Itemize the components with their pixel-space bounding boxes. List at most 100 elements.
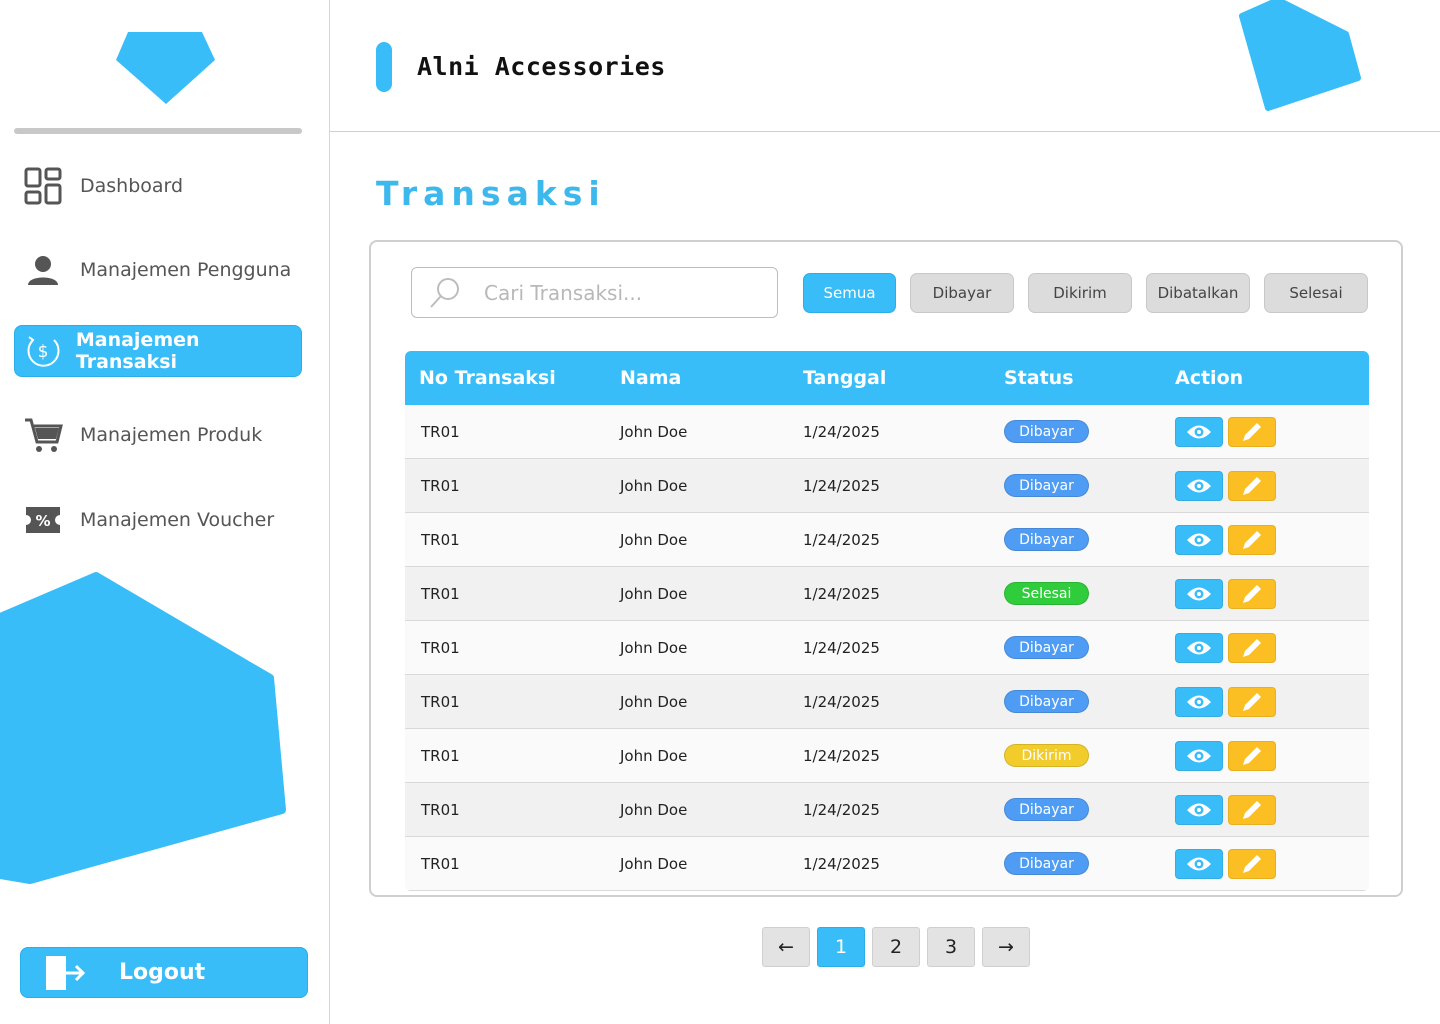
dollar-cycle-icon: $ xyxy=(23,330,64,372)
status-badge: Dibayar xyxy=(1004,636,1089,659)
customer-name-cell: John Doe xyxy=(620,638,688,657)
pagination: ← 1 2 3 → xyxy=(762,927,1030,967)
status-cell: Dibayar xyxy=(990,690,1163,713)
table-row: TR01 John Doe 1/24/2025 Dibayar xyxy=(405,459,1369,513)
page-2-button[interactable]: 2 xyxy=(872,927,920,967)
search-box[interactable] xyxy=(411,267,778,318)
view-button[interactable] xyxy=(1175,470,1223,501)
filter-selesai-button[interactable]: Selesai xyxy=(1264,273,1368,313)
sidebar-item-manajemen-pengguna[interactable]: Manajemen Pengguna xyxy=(14,244,302,296)
status-cell: Dibayar xyxy=(990,528,1163,551)
status-cell: Dibayar xyxy=(990,798,1163,821)
transaction-id-cell: TR01 xyxy=(421,800,460,819)
pencil-icon xyxy=(1243,530,1261,549)
pencil-icon xyxy=(1243,476,1261,495)
status-badge: Selesai xyxy=(1004,582,1089,605)
column-header: Status xyxy=(1004,367,1074,389)
pencil-icon xyxy=(1243,692,1261,711)
sidebar-item-manajemen-produk[interactable]: Manajemen Produk xyxy=(14,409,302,461)
date-cell: 1/24/2025 xyxy=(803,746,880,765)
table-row: TR01 John Doe 1/24/2025 Dibayar xyxy=(405,405,1369,459)
edit-button[interactable] xyxy=(1228,470,1276,501)
transaction-id-cell: TR01 xyxy=(421,854,460,873)
table-row: TR01 John Doe 1/24/2025 Dikirim xyxy=(405,729,1369,783)
transaction-id-cell: TR01 xyxy=(421,530,460,549)
view-button[interactable] xyxy=(1175,686,1223,717)
column-header: No Transaksi xyxy=(419,367,556,389)
status-badge: Dibayar xyxy=(1004,798,1089,821)
sidebar-divider xyxy=(14,128,302,134)
table-row: TR01 John Doe 1/24/2025 Dibayar xyxy=(405,783,1369,837)
action-cell xyxy=(1163,524,1369,555)
edit-button[interactable] xyxy=(1228,416,1276,447)
edit-button[interactable] xyxy=(1228,524,1276,555)
pencil-icon xyxy=(1243,800,1261,819)
search-input[interactable] xyxy=(484,280,754,305)
decorative-pentagon-shape xyxy=(1239,0,1361,111)
sidebar-item-dashboard[interactable]: Dashboard xyxy=(14,160,302,212)
transactions-panel: Semua Dibayar Dikirim Dibatalkan Selesai… xyxy=(369,240,1403,897)
transaction-id-cell: TR01 xyxy=(421,584,460,603)
logout-button[interactable]: Logout xyxy=(20,947,308,998)
eye-icon xyxy=(1187,695,1211,708)
svg-text:%: % xyxy=(35,512,50,530)
dashboard-grid-icon xyxy=(22,165,64,207)
search-icon xyxy=(430,277,459,308)
view-button[interactable] xyxy=(1175,578,1223,609)
transaction-id-cell: TR01 xyxy=(421,476,460,495)
view-button[interactable] xyxy=(1175,524,1223,555)
transactions-table: No Transaksi Nama Tanggal Status Action … xyxy=(405,351,1369,891)
action-cell xyxy=(1163,740,1369,771)
action-cell xyxy=(1163,470,1369,501)
eye-icon xyxy=(1187,479,1211,492)
action-cell xyxy=(1163,416,1369,447)
app-title: Alni Accessories xyxy=(417,52,666,81)
transaction-id-cell: TR01 xyxy=(421,746,460,765)
prev-page-button[interactable]: ← xyxy=(762,927,810,967)
decorative-pentagon-shape xyxy=(0,572,286,884)
edit-button[interactable] xyxy=(1228,632,1276,663)
sidebar-item-label: Manajemen Pengguna xyxy=(80,259,292,281)
view-button[interactable] xyxy=(1175,632,1223,663)
view-button[interactable] xyxy=(1175,416,1223,447)
svg-text:$: $ xyxy=(38,342,49,362)
sidebar-item-manajemen-transaksi[interactable]: $ Manajemen Transaksi xyxy=(14,325,302,377)
status-badge: Dibayar xyxy=(1004,420,1089,443)
action-cell xyxy=(1163,848,1369,879)
logout-icon xyxy=(46,955,86,990)
eye-icon xyxy=(1187,803,1211,816)
eye-icon xyxy=(1187,587,1211,600)
edit-button[interactable] xyxy=(1228,578,1276,609)
table-row: TR01 John Doe 1/24/2025 Dibayar xyxy=(405,837,1369,891)
eye-icon xyxy=(1187,533,1211,546)
view-button[interactable] xyxy=(1175,794,1223,825)
filter-dibatalkan-button[interactable]: Dibatalkan xyxy=(1146,273,1250,313)
column-header: Action xyxy=(1175,367,1244,389)
filter-dikirim-button[interactable]: Dikirim xyxy=(1028,273,1132,313)
action-cell xyxy=(1163,794,1369,825)
filter-semua-button[interactable]: Semua xyxy=(803,273,896,313)
edit-button[interactable] xyxy=(1228,740,1276,771)
action-cell xyxy=(1163,686,1369,717)
sidebar-item-manajemen-voucher[interactable]: % Manajemen Voucher xyxy=(14,494,302,546)
status-badge: Dibayar xyxy=(1004,474,1089,497)
eye-icon xyxy=(1187,857,1211,870)
view-button[interactable] xyxy=(1175,848,1223,879)
page-1-button[interactable]: 1 xyxy=(817,927,865,967)
page-title: Transaksi xyxy=(376,174,606,213)
view-button[interactable] xyxy=(1175,740,1223,771)
customer-name-cell: John Doe xyxy=(620,584,688,603)
sidebar-item-label: Dashboard xyxy=(80,175,184,197)
pencil-icon xyxy=(1243,422,1261,441)
edit-button[interactable] xyxy=(1228,848,1276,879)
next-page-button[interactable]: → xyxy=(982,927,1030,967)
status-cell: Dibayar xyxy=(990,636,1163,659)
page-3-button[interactable]: 3 xyxy=(927,927,975,967)
date-cell: 1/24/2025 xyxy=(803,422,880,441)
table-row: TR01 John Doe 1/24/2025 Dibayar xyxy=(405,675,1369,729)
pencil-icon xyxy=(1243,746,1261,765)
edit-button[interactable] xyxy=(1228,686,1276,717)
edit-button[interactable] xyxy=(1228,794,1276,825)
sidebar-item-label: Manajemen Voucher xyxy=(80,509,275,531)
filter-dibayar-button[interactable]: Dibayar xyxy=(910,273,1014,313)
